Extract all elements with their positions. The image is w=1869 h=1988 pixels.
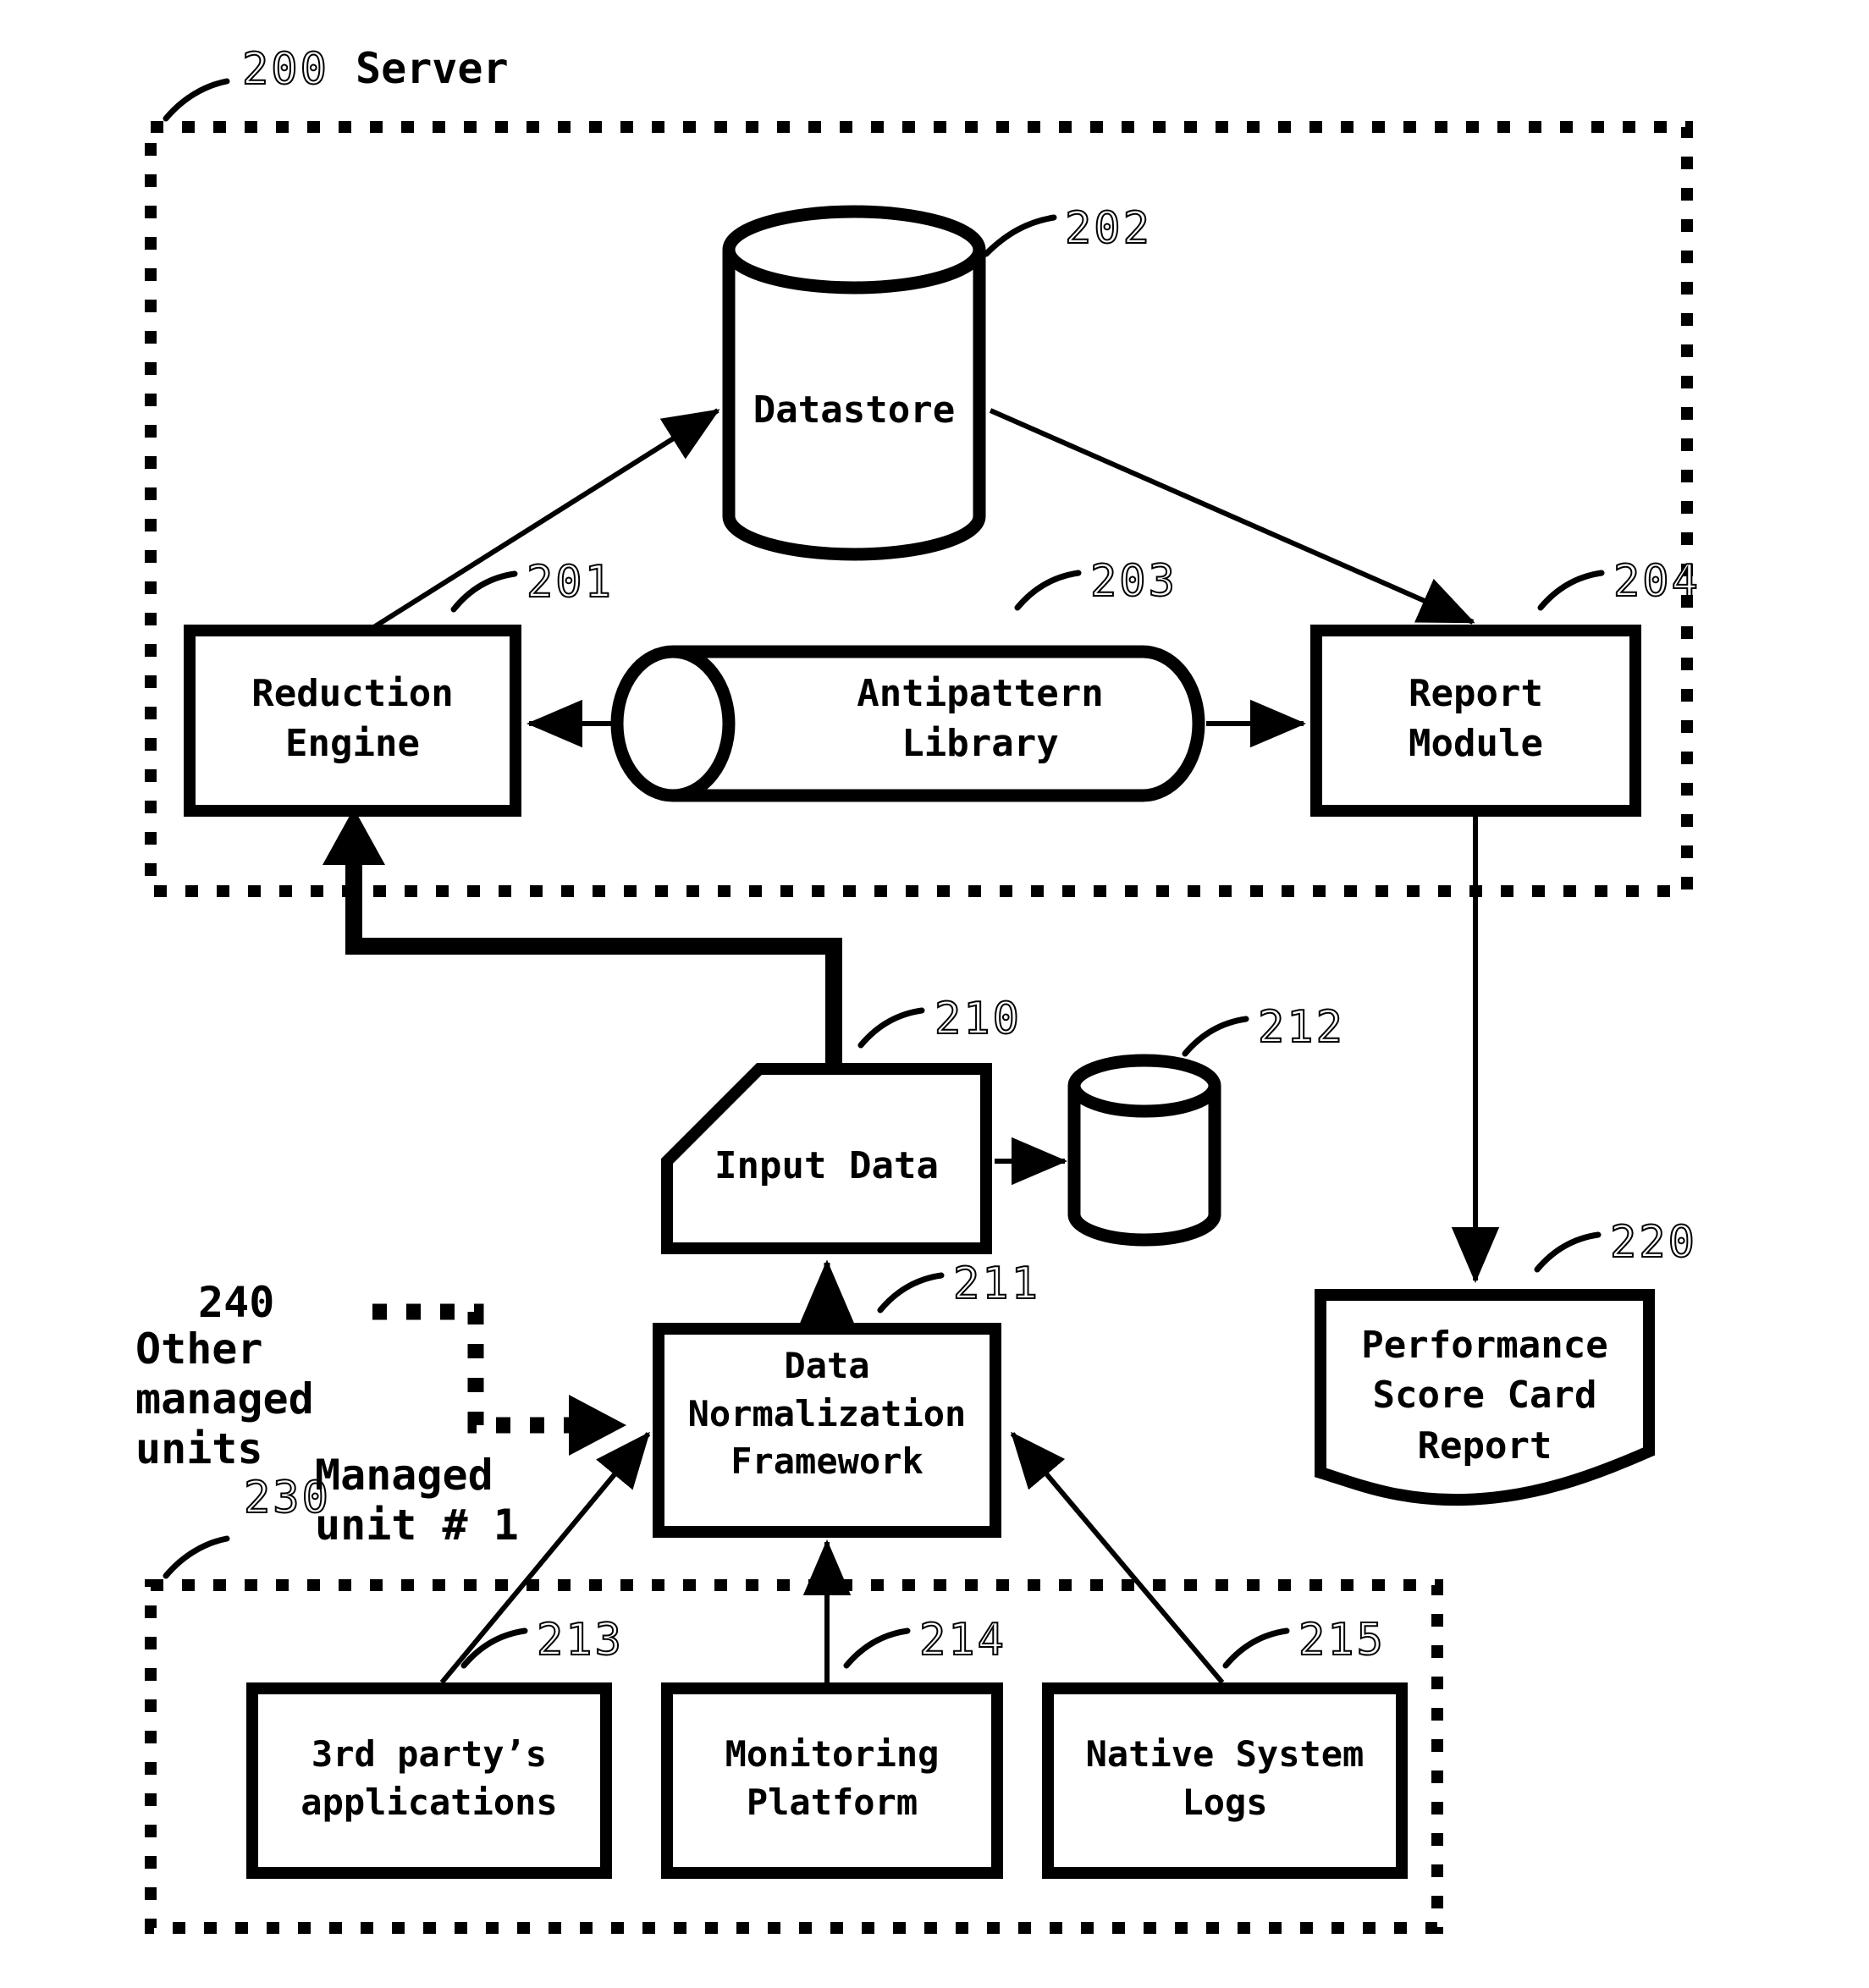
edge-input-to-reduction-thick — [345, 834, 842, 1079]
ref-numeral-212: 212 — [1257, 1001, 1345, 1054]
antipattern-library-label: Antipattern Library — [857, 672, 1104, 766]
leader-212 — [1182, 1016, 1249, 1057]
server-container-label: Server — [356, 44, 509, 93]
arrowhead-othermanaged — [569, 1395, 626, 1456]
performance-report-label: Performance Score Card Report — [1361, 1324, 1608, 1468]
report-module-label: Report Module — [1409, 672, 1543, 766]
data-normalization-label: Data Normalization Framework — [687, 1345, 967, 1483]
leader-200 — [163, 78, 230, 122]
leader-215 — [1222, 1627, 1290, 1669]
monitoring-platform-label: Monitoring Platform — [725, 1733, 940, 1823]
leader-220 — [1534, 1231, 1602, 1273]
ref-numeral-203: 203 — [1089, 555, 1177, 608]
ref-numeral-220: 220 — [1609, 1216, 1697, 1269]
leader-230 — [163, 1535, 230, 1579]
reduction-engine-label: Reduction Engine — [251, 672, 454, 766]
ref-numeral-201: 201 — [526, 556, 614, 609]
leader-204 — [1537, 570, 1605, 611]
leader-211 — [877, 1272, 945, 1313]
third-party-apps-label: 3rd party’s applications — [300, 1733, 558, 1823]
arrowhead-into-reduction — [323, 808, 385, 865]
figure-canvas: 200 Server 202 Datastore 201 Reduction E… — [0, 0, 1869, 1988]
ref-numeral-240: 240 — [198, 1278, 275, 1327]
leader-214 — [843, 1627, 911, 1669]
ref-numeral-200: 200 — [241, 43, 329, 96]
leader-210 — [857, 1007, 925, 1049]
ref-numeral-204: 204 — [1613, 555, 1701, 608]
edge-datastore-to-report — [989, 408, 1475, 625]
leader-203 — [1014, 570, 1082, 611]
edge-logs-to-normalization — [1010, 1431, 1225, 1684]
datastore-shape — [722, 205, 986, 561]
datastore-label: Datastore — [753, 388, 956, 432]
leader-202 — [983, 214, 1057, 257]
leader-201 — [450, 570, 518, 613]
ref-numeral-202: 202 — [1064, 202, 1152, 255]
local-store-shape — [1067, 1054, 1221, 1247]
ref-numeral-214: 214 — [918, 1614, 1006, 1666]
native-system-logs-label: Native System Logs — [1085, 1733, 1365, 1823]
ref-numeral-213: 213 — [536, 1614, 624, 1666]
managed-unit-container-label: Managed unit # 1 — [315, 1451, 519, 1550]
ref-numeral-215: 215 — [1298, 1614, 1386, 1666]
other-managed-units-label: Other managed units — [135, 1324, 314, 1473]
edge-othermanaged-to-normalization-dotted — [372, 1303, 569, 1434]
ref-numeral-211: 211 — [952, 1258, 1040, 1310]
ref-numeral-210: 210 — [934, 993, 1022, 1045]
input-data-label: Input Data — [714, 1144, 939, 1187]
